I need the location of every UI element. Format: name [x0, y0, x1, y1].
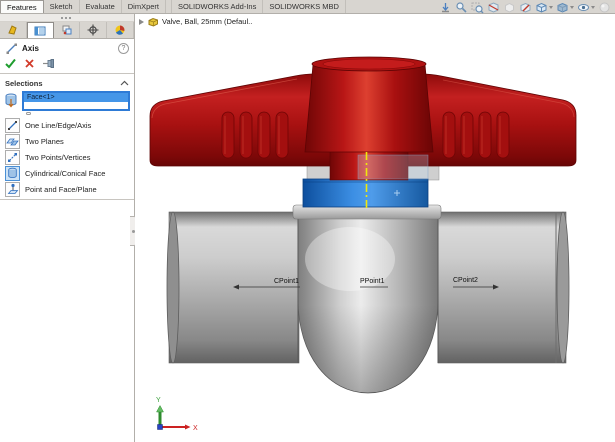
selection-box-resize-grip[interactable] — [26, 112, 31, 115]
property-manager-icon — [33, 24, 47, 38]
panel-title: Axis — [22, 44, 114, 53]
orientation-triad: Y X — [156, 397, 198, 432]
dynamic-annotation-views-icon[interactable] — [503, 1, 516, 14]
ok-button[interactable] — [4, 57, 17, 69]
selection-list-box[interactable]: Face<1> — [22, 91, 130, 111]
selected-face-item[interactable]: Face<1> — [24, 93, 128, 102]
tab-sketch[interactable]: Sketch — [44, 0, 80, 13]
property-manager-panel: Axis ? Selections Face<1> One Line/Edge/… — [0, 14, 135, 442]
view-orientation-dropdown-icon[interactable] — [549, 6, 553, 9]
configuration-manager-tab[interactable] — [54, 22, 81, 38]
valve-ball-model[interactable]: Y X — [135, 14, 615, 442]
help-icon[interactable]: ? — [118, 43, 129, 54]
one-line-edge-axis-icon — [7, 120, 18, 131]
display-manager-tab[interactable] — [107, 22, 134, 38]
part-icon — [147, 16, 159, 28]
point-and-face-plane-icon — [7, 183, 19, 195]
hide-show-items-icon[interactable] — [577, 1, 595, 14]
3d-drawing-view-icon[interactable] — [519, 1, 532, 14]
option-point-and-face-plane[interactable]: Point and Face/Plane — [0, 181, 134, 197]
reference-entities-icon — [3, 91, 20, 109]
property-manager-tab[interactable] — [27, 22, 54, 38]
triad-x-label: X — [193, 425, 198, 432]
edit-appearance-icon[interactable] — [598, 1, 611, 14]
display-style-dropdown-icon[interactable] — [570, 6, 574, 9]
flyout-feature-tree: Valve, Ball, 25mm (Defaul.. — [139, 15, 252, 28]
tree-root-label[interactable]: Valve, Ball, 25mm (Defaul.. — [162, 17, 252, 26]
previous-view-icon[interactable] — [471, 1, 484, 14]
option-one-line-edge-axis[interactable]: One Line/Edge/Axis — [0, 117, 134, 133]
option-cylindrical-conical-face[interactable]: Cylindrical/Conical Face — [0, 165, 134, 181]
view-orientation-icon[interactable] — [535, 1, 553, 14]
zoom-to-fit-icon[interactable] — [439, 1, 452, 14]
option-two-points-vertices[interactable]: Two Points/Vertices — [0, 149, 134, 165]
heads-up-view-toolbar — [439, 1, 611, 14]
annotation-cpoint1[interactable]: CPoint1 — [274, 278, 299, 285]
zoom-to-area-icon[interactable] — [455, 1, 468, 14]
triad-y-label: Y — [156, 397, 161, 404]
dimxpert-manager-icon — [86, 23, 100, 37]
valve-collar-ring[interactable] — [303, 179, 428, 207]
tab-evaluate[interactable]: Evaluate — [80, 0, 122, 13]
panel-splitter-handle-top[interactable] — [0, 14, 134, 22]
tree-expand-icon[interactable] — [139, 19, 144, 25]
cylindrical-conical-face-icon — [7, 167, 18, 179]
tab-solidworks-add-ins[interactable]: SOLIDWORKS Add-Ins — [171, 0, 263, 13]
option-two-planes[interactable]: Two Planes — [0, 133, 134, 149]
tab-dimxpert[interactable]: DimXpert — [122, 0, 166, 13]
panel-tab-bar — [0, 22, 134, 39]
selected-face-highlight — [358, 155, 428, 179]
display-manager-icon — [113, 23, 127, 37]
model-viewport[interactable]: Valve, Ball, 25mm (Defaul.. — [135, 14, 615, 442]
tab-solidworks-mbd[interactable]: SOLIDWORKS MBD — [263, 0, 346, 13]
collapse-chevron-icon[interactable] — [120, 80, 129, 86]
feature-manager-tab[interactable] — [0, 22, 27, 38]
tab-features[interactable]: Features — [0, 0, 44, 13]
two-points-vertices-icon — [7, 152, 18, 163]
selections-section-header[interactable]: Selections — [0, 76, 134, 90]
selections-header-label: Selections — [5, 79, 120, 88]
annotation-cpoint2[interactable]: CPoint2 — [453, 277, 478, 284]
hide-show-items-dropdown-icon[interactable] — [591, 6, 595, 9]
dimxpert-manager-tab[interactable] — [80, 22, 107, 38]
configuration-manager-icon — [60, 23, 74, 37]
axis-feature-icon — [5, 42, 18, 55]
cancel-button[interactable] — [24, 58, 35, 69]
display-style-icon[interactable] — [556, 1, 574, 14]
two-planes-icon — [6, 135, 19, 147]
feature-manager-icon — [6, 23, 20, 37]
pin-icon[interactable] — [42, 58, 56, 69]
annotation-ppoint1[interactable]: PPoint1 — [360, 278, 385, 285]
section-view-icon[interactable] — [487, 1, 500, 14]
